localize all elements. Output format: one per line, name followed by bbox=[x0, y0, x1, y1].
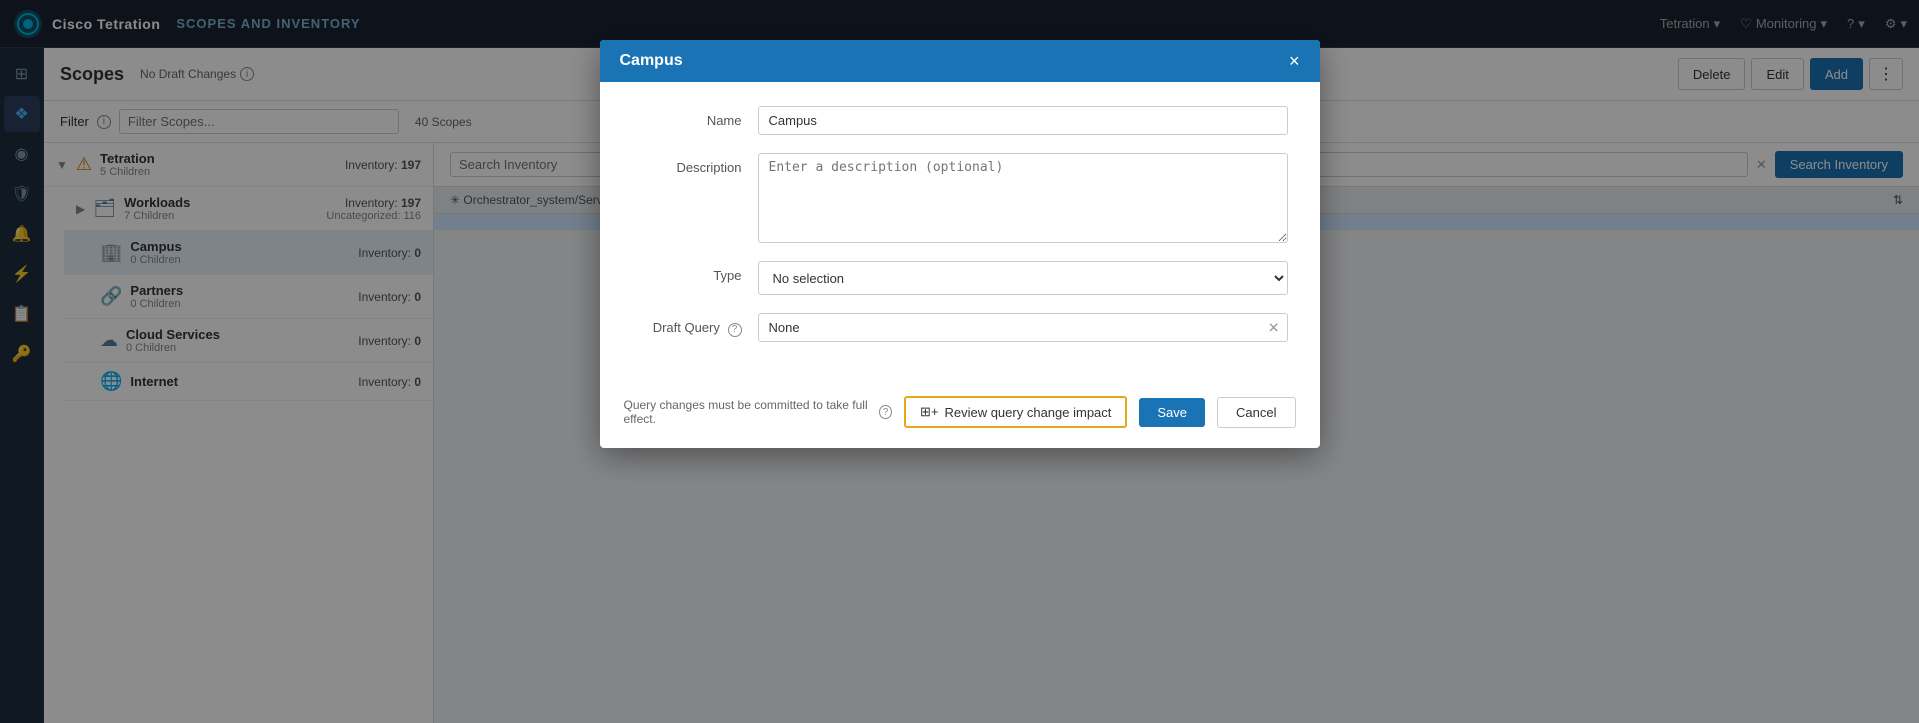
footer-info-icon[interactable]: ? bbox=[879, 405, 892, 419]
footer-note: Query changes must be committed to take … bbox=[624, 398, 892, 426]
review-query-button[interactable]: ⊞+ Review query change impact bbox=[904, 396, 1127, 428]
modal-overlay: Campus × Name Description Type No select… bbox=[0, 0, 1919, 723]
modal-header: Campus × bbox=[600, 40, 1320, 82]
campus-modal: Campus × Name Description Type No select… bbox=[600, 40, 1320, 448]
draft-query-label-text: Draft Query bbox=[653, 320, 720, 335]
draft-query-help-icon[interactable]: ? bbox=[728, 323, 742, 337]
description-input[interactable] bbox=[758, 153, 1288, 243]
modal-footer: Query changes must be committed to take … bbox=[600, 384, 1320, 448]
review-query-label: Review query change impact bbox=[944, 405, 1111, 420]
cancel-button[interactable]: Cancel bbox=[1217, 397, 1295, 428]
draft-query-label: Draft Query ? bbox=[632, 313, 742, 337]
modal-body: Name Description Type No selection Subne… bbox=[600, 82, 1320, 384]
save-button[interactable]: Save bbox=[1139, 398, 1205, 427]
review-query-icon: ⊞+ bbox=[920, 404, 938, 420]
type-label: Type bbox=[632, 261, 742, 283]
name-label: Name bbox=[632, 106, 742, 128]
modal-title: Campus bbox=[620, 52, 683, 70]
draft-query-clear-icon[interactable]: ✕ bbox=[1268, 319, 1280, 336]
footer-note-text: Query changes must be committed to take … bbox=[624, 398, 876, 426]
name-input[interactable] bbox=[758, 106, 1288, 135]
form-group-description: Description bbox=[632, 153, 1288, 243]
form-group-draft-query: Draft Query ? ✕ bbox=[632, 313, 1288, 342]
draft-query-input-wrap: ✕ bbox=[758, 313, 1288, 342]
modal-close-button[interactable]: × bbox=[1289, 52, 1300, 70]
draft-query-input[interactable] bbox=[758, 313, 1288, 342]
form-group-type: Type No selection Subnet CIDR Host bbox=[632, 261, 1288, 295]
form-group-name: Name bbox=[632, 106, 1288, 135]
description-label: Description bbox=[632, 153, 742, 175]
type-select[interactable]: No selection Subnet CIDR Host bbox=[758, 261, 1288, 295]
